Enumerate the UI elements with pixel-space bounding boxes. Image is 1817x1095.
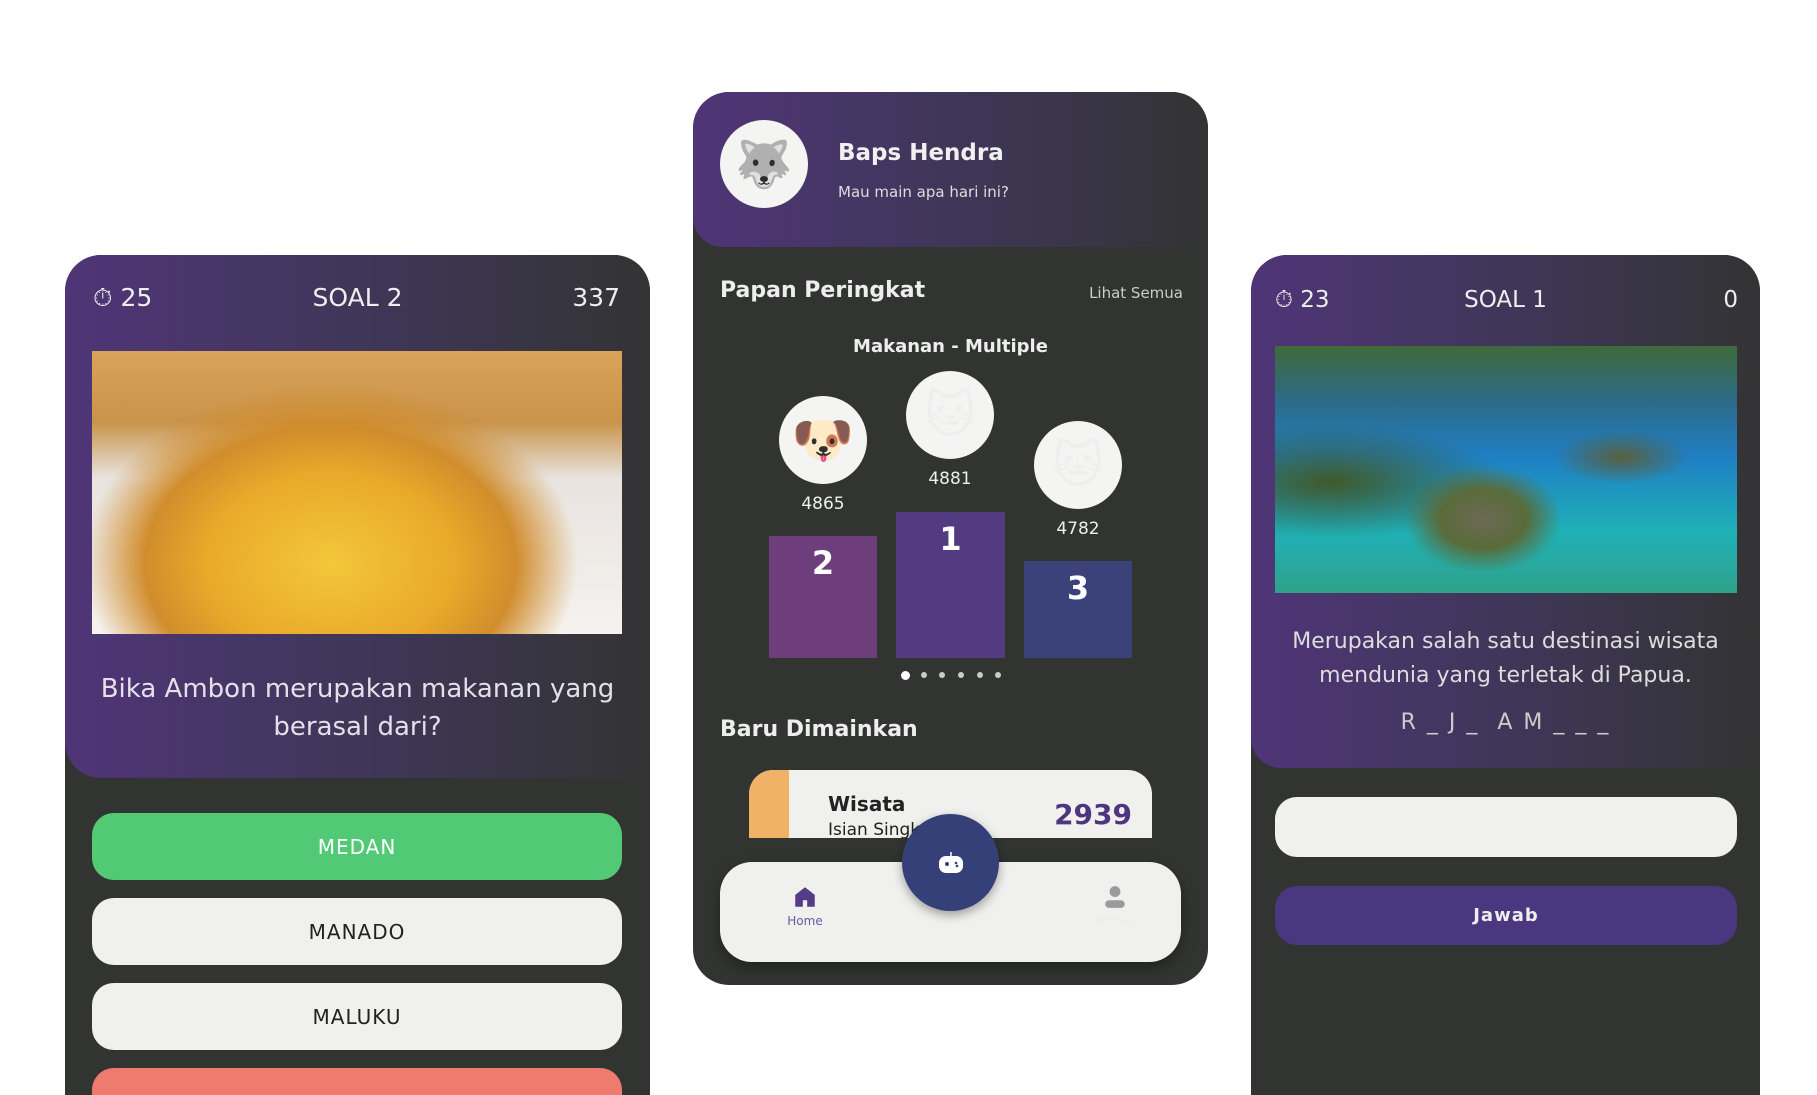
recent-card-accent xyxy=(749,770,789,838)
question-image xyxy=(1275,346,1737,593)
submit-answer-button[interactable]: Jawab xyxy=(1275,886,1737,945)
leaderboard-category: Makanan - Multiple xyxy=(853,336,1048,357)
question-number: SOAL 2 xyxy=(312,283,403,312)
gamepad-icon xyxy=(938,851,963,873)
option-medan-correct[interactable]: MEDAN xyxy=(92,813,622,880)
option-manado[interactable]: MANADO xyxy=(92,898,622,965)
podium-rank-3: 3 xyxy=(1024,561,1132,658)
rank-2-avatar: 🐶 xyxy=(779,396,867,484)
nav-profile[interactable]: Profile xyxy=(1085,884,1145,928)
user-avatar[interactable]: 🐺 xyxy=(720,120,808,208)
carousel-dot-active[interactable] xyxy=(901,671,910,680)
rank-3-score: 4782 xyxy=(1056,519,1100,539)
question-image xyxy=(92,351,622,634)
nav-home-label: Home xyxy=(787,914,823,928)
rank-3-avatar: 🐱 xyxy=(1034,421,1122,509)
play-game-fab[interactable] xyxy=(902,814,999,911)
nav-home[interactable]: Home xyxy=(775,884,835,928)
score: 0 xyxy=(1723,287,1738,313)
recent-game-title: Wisata xyxy=(828,792,906,816)
rank-1-score: 4881 xyxy=(928,469,972,489)
carousel-dot[interactable] xyxy=(921,672,927,678)
podium-rank-2: 2 xyxy=(769,536,877,658)
home-screen: 🐺 Baps Hendra Mau main apa hari ini? Pap… xyxy=(693,92,1208,985)
option-maluku[interactable]: MALUKU xyxy=(92,983,622,1050)
see-all-link[interactable]: Lihat Semua xyxy=(1089,284,1183,302)
home-icon xyxy=(795,887,815,907)
podium-rank-1: 1 xyxy=(896,512,1005,658)
leaderboard-title: Papan Peringkat xyxy=(720,278,926,303)
answer-input[interactable] xyxy=(1275,797,1737,857)
nav-profile-label: Profile xyxy=(1096,914,1134,928)
greeting: Mau main apa hari ini? xyxy=(838,183,1009,201)
carousel-dot[interactable] xyxy=(958,672,964,678)
question-number: SOAL 1 xyxy=(1464,287,1547,313)
rank-1-avatar: 🐱 xyxy=(906,371,994,459)
quiz-fill-in-screen: ⏱ 23 SOAL 1 0 Merupakan salah satu desti… xyxy=(1251,255,1760,1095)
option-wrong[interactable] xyxy=(92,1068,622,1095)
profile-icon xyxy=(1105,886,1125,908)
recent-title: Baru Dimainkan xyxy=(720,717,918,742)
score: 337 xyxy=(572,283,620,312)
user-name: Baps Hendra xyxy=(838,140,1004,166)
recent-game-score: 2939 xyxy=(1054,798,1132,831)
answer-hint: R _ J _ A M _ _ _ xyxy=(1400,710,1611,735)
carousel-dot[interactable] xyxy=(977,672,983,678)
question-text: Bika Ambon merupakan makanan yang berasa… xyxy=(100,674,615,742)
question-text: Merupakan salah satu destinasi wisata me… xyxy=(1292,629,1719,688)
carousel-dot[interactable] xyxy=(995,672,1001,678)
rank-2-score: 4865 xyxy=(801,494,845,514)
quiz-multiple-choice-screen: ⏱ 25 SOAL 2 337 Bika Ambon merupakan mak… xyxy=(65,255,650,1095)
carousel-dot[interactable] xyxy=(939,672,945,678)
